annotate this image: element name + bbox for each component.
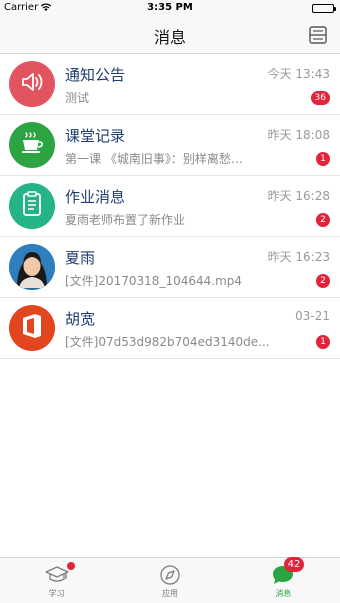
nav-bar: 消息 <box>0 16 340 54</box>
clipboard-icon <box>19 190 45 222</box>
user-photo <box>9 244 55 290</box>
unread-badge: 2 <box>316 213 330 227</box>
message-preview: [文件]07d53d982b704ed3140de... <box>65 335 270 349</box>
unread-total-badge: 42 <box>283 557 305 572</box>
message-preview: 第一课 《城南旧事》：别样离愁… <box>65 152 243 166</box>
compass-icon <box>158 564 182 586</box>
office-icon <box>19 312 45 344</box>
message-name: 通知公告 <box>65 66 126 84</box>
avatar <box>9 183 55 229</box>
message-time: 昨天 16:23 <box>267 250 330 264</box>
message-name: 夏雨 <box>65 249 96 267</box>
notification-dot <box>67 562 75 570</box>
battery-icon <box>312 4 336 13</box>
unread-badge: 36 <box>310 91 330 105</box>
message-name: 课堂记录 <box>65 127 126 145</box>
message-time: 今天 13:43 <box>267 67 330 81</box>
tab-bar: 学习 应用 42 消息 <box>0 557 340 603</box>
message-preview: [文件]20170318_104644.mp4 <box>65 274 243 288</box>
tab-label: 学习 <box>48 589 65 598</box>
unread-badge: 2 <box>316 274 330 288</box>
coffee-cup-icon <box>17 128 47 162</box>
list-item[interactable]: 胡宽 03-21 [文件]07d53d982b704ed3140de... 1 <box>0 298 340 359</box>
list-item[interactable]: 作业消息 昨天 16:28 夏雨老师布置了新作业 2 <box>0 176 340 237</box>
message-time: 03-21 <box>295 309 330 323</box>
message-preview: 夏雨老师布置了新作业 <box>65 213 186 227</box>
page-title: 消息 <box>153 28 186 47</box>
message-time: 昨天 16:28 <box>267 189 330 203</box>
tab-messages[interactable]: 42 消息 <box>227 557 340 603</box>
avatar <box>9 305 55 351</box>
unread-badge: 1 <box>316 335 330 349</box>
avatar <box>9 61 55 107</box>
message-list: 通知公告 今天 13:43 测试 36 课堂记录 昨天 18:08 第一课 《城… <box>0 54 340 359</box>
tab-label: 应用 <box>161 589 178 598</box>
list-item[interactable]: 课堂记录 昨天 18:08 第一课 《城南旧事》：别样离愁… 1 <box>0 115 340 176</box>
message-preview: 测试 <box>65 91 90 105</box>
status-time: 3:35 PM <box>147 2 193 13</box>
tab-study[interactable]: 学习 <box>0 558 113 603</box>
speaker-icon <box>18 68 46 100</box>
tab-label: 消息 <box>275 589 292 598</box>
message-time: 昨天 18:08 <box>267 128 330 142</box>
menu-icon[interactable] <box>308 25 328 45</box>
message-name: 胡宽 <box>65 310 96 328</box>
list-item[interactable]: 夏雨 昨天 16:23 [文件]20170318_104644.mp4 2 <box>0 237 340 298</box>
unread-badge: 1 <box>316 152 330 166</box>
list-item[interactable]: 通知公告 今天 13:43 测试 36 <box>0 54 340 115</box>
avatar <box>9 122 55 168</box>
message-name: 作业消息 <box>65 188 126 206</box>
avatar <box>9 244 55 290</box>
graduation-cap-icon <box>45 564 69 586</box>
status-bar: Carrier 3:35 PM <box>0 0 340 16</box>
tab-apps[interactable]: 应用 <box>113 558 226 603</box>
